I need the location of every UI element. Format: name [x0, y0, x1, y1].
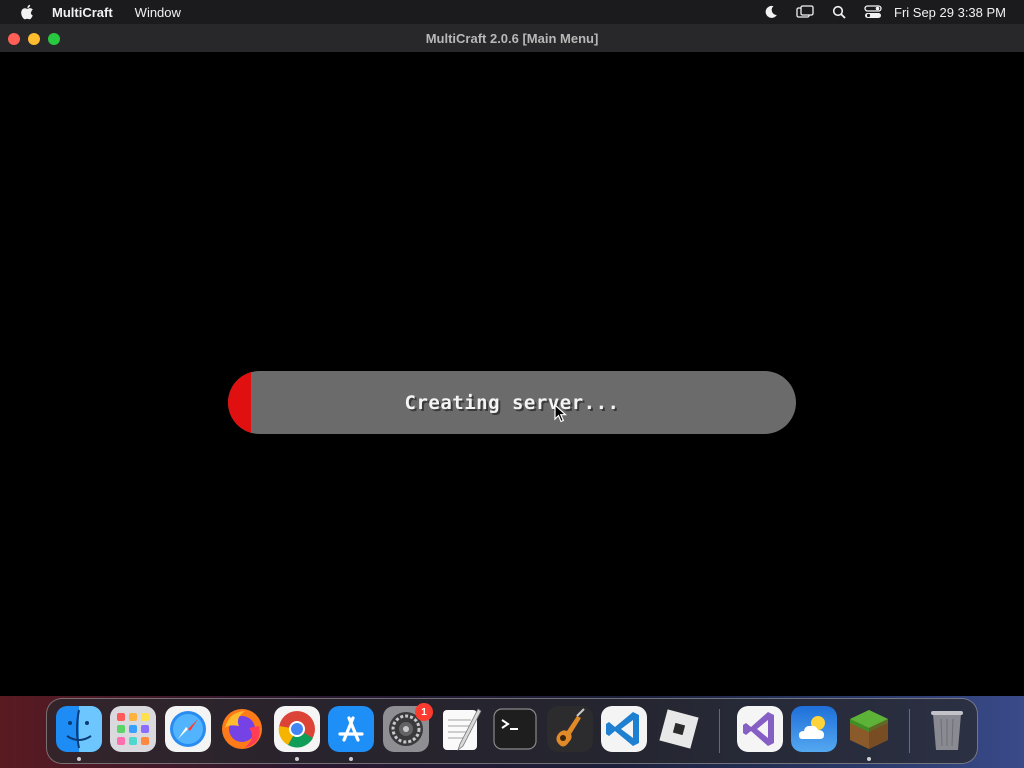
mouse-pointer-icon [554, 403, 568, 424]
system-settings-badge: 1 [415, 703, 433, 721]
garageband-icon[interactable] [547, 706, 593, 752]
dock-separator [719, 709, 720, 753]
menu-window[interactable]: Window [135, 5, 181, 20]
app-store-running-indicator [349, 757, 353, 761]
visual-studio-icon[interactable] [737, 706, 783, 752]
loading-status-text: Creating server... [404, 391, 620, 414]
launchpad-icon[interactable] [110, 706, 156, 752]
apple-menu-icon[interactable] [19, 4, 35, 20]
dock: 1 [46, 698, 978, 764]
terminal-icon[interactable] [492, 706, 538, 752]
multicraft-window: MultiCraft 2.0.6 [Main Menu] Creating se… [0, 24, 1024, 696]
finder-running-indicator [77, 757, 81, 761]
finder-icon[interactable] [56, 706, 102, 752]
screen-mirroring-icon[interactable] [796, 4, 814, 20]
multicraft-running-indicator [867, 757, 871, 761]
spotlight-search-icon[interactable] [830, 4, 848, 20]
moon-icon[interactable] [762, 4, 780, 20]
trash-icon[interactable] [924, 706, 970, 752]
window-title: MultiCraft 2.0.6 [Main Menu] [425, 30, 599, 46]
chrome-icon[interactable] [274, 706, 320, 752]
weather-icon[interactable] [791, 706, 837, 752]
textedit-icon[interactable] [438, 706, 484, 752]
menu-bar-clock[interactable]: Fri Sep 29 3:38 PM [894, 5, 1006, 20]
multicraft-icon[interactable] [846, 706, 892, 752]
window-close-button[interactable] [8, 33, 20, 45]
window-minimize-button[interactable] [28, 33, 40, 45]
control-center-icon[interactable] [864, 4, 882, 20]
window-titlebar[interactable]: MultiCraft 2.0.6 [Main Menu] [0, 24, 1024, 52]
game-viewport[interactable]: Creating server... [0, 52, 1024, 696]
loading-progress-bar: Creating server... [228, 371, 796, 434]
roblox-icon[interactable] [656, 706, 702, 752]
menu-bar-status-area: Fri Sep 29 3:38 PM [746, 0, 1006, 24]
app-store-icon[interactable] [328, 706, 374, 752]
dock-separator-trash [909, 709, 910, 753]
safari-icon[interactable] [165, 706, 211, 752]
window-zoom-button[interactable] [48, 33, 60, 45]
vscode-icon[interactable] [601, 706, 647, 752]
menu-bar: MultiCraft Window Fri Sep 29 3:38 PM [0, 0, 1024, 24]
menu-app-name[interactable]: MultiCraft [52, 5, 113, 20]
firefox-icon[interactable] [219, 706, 265, 752]
chrome-running-indicator [295, 757, 299, 761]
